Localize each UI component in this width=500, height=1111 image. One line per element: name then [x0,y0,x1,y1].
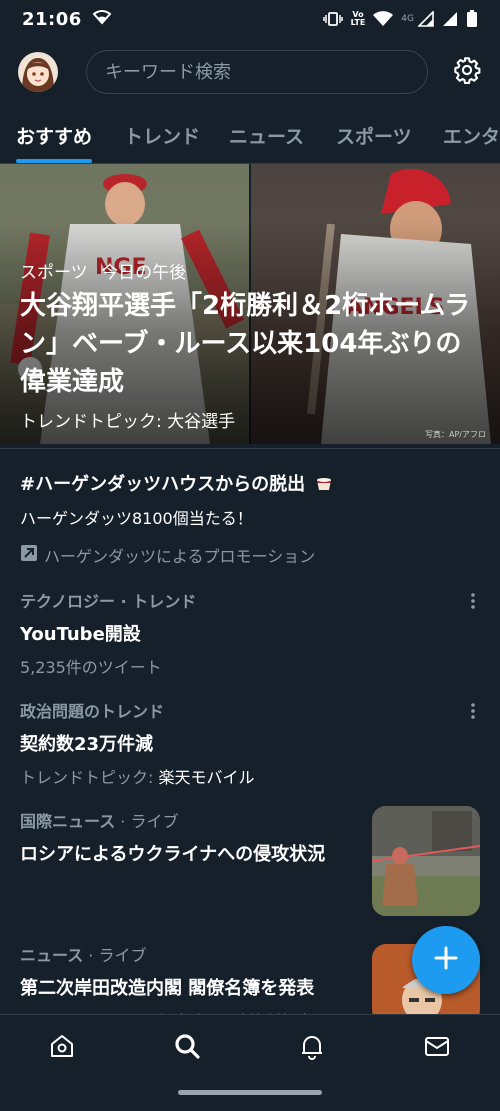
promoted-icon [20,544,38,566]
avatar[interactable] [18,52,58,92]
tab-trends[interactable]: トレンド [124,122,200,149]
trend-title: 契約数23万件減 [20,734,154,755]
news-category-name: 国際ニュース [20,812,116,831]
news-thumbnail [372,806,480,916]
trend-topic-prefix: トレンドトピック: [20,768,159,787]
hero-story[interactable]: NGE ANGELS スポーツ 今日の午後 大谷翔平選手「2桁勝利＆2桁ホームラ… [0,164,500,444]
network-type: 4G [401,14,414,24]
hero-time: 今日の午後 [101,263,187,283]
settings-button[interactable] [452,57,482,87]
promo-label: ハーゲンダッツによるプロモーション [20,543,480,567]
live-label: · ライブ [83,946,147,965]
promo-label-text: ハーゲンダッツによるプロモーション [44,546,316,566]
trend-title: YouTube開設 [20,624,141,645]
photo-credit: 写真：AP/アフロ [425,430,486,439]
promo-description: ハーゲンダッツ8100個当たる！ [20,508,253,528]
news-category-name: ニュース [20,946,84,965]
trend-category: 政治問題のトレンド [20,702,165,721]
news-title: ロシアによるウクライナへの侵攻状況 [20,844,326,865]
home-icon [48,1032,76,1064]
nav-notifications[interactable] [297,1033,327,1063]
search-field[interactable] [86,50,428,94]
more-vertical-icon [470,593,476,614]
hero-topic: トレンドトピック: 大谷選手 [20,412,236,432]
tab-entertainment[interactable]: エンタ [443,122,500,149]
gear-icon [453,56,481,88]
more-vertical-icon [470,703,476,724]
cell-signal-2-icon [442,11,458,27]
compose-button[interactable] [412,926,480,994]
promo-title-text: #ハーゲンダッツハウスからの脱出 [20,474,306,495]
hero-title: 大谷翔平選手「2桁勝利＆2桁ホームラン」ベーブ・ルース以来104年ぶりの偉業達成 [20,291,471,397]
tab-recommended[interactable]: おすすめ [16,122,92,149]
divider [0,448,500,449]
plus-icon [433,945,459,975]
hero-text: スポーツ 今日の午後 大谷翔平選手「2桁勝利＆2桁ホームラン」ベーブ・ルース以来… [20,258,480,432]
gesture-home-bar[interactable] [178,1090,322,1095]
bell-icon [298,1032,326,1064]
live-label: · ライブ [115,812,179,831]
hero-meta: スポーツ 今日の午後 [20,258,480,283]
cell-signal-icon [418,11,434,27]
more-options-button[interactable] [470,592,480,610]
bottom-navigation [0,1014,500,1111]
promoted-trend[interactable]: #ハーゲンダッツハウスからの脱出 ハーゲンダッツ8100個当たる！ ハーゲンダッ… [20,470,480,567]
wifi-icon [92,9,112,30]
trend-topic-name: 楽天モバイル [158,768,255,787]
vibrate-icon [322,11,343,27]
trend-category: テクノロジー · トレンド [20,592,197,611]
tab-news[interactable]: ニュース [229,122,304,149]
status-bar: 21:06 Vo LTE 4G [0,0,500,38]
hero-category: スポーツ [20,263,88,283]
news-title: 第二次岸田改造内閣 閣僚名簿を発表 [20,978,315,999]
top-bar [0,46,500,98]
volte-bottom: LTE [350,18,366,27]
nav-search[interactable] [172,1033,202,1063]
more-options-button[interactable] [470,702,480,720]
search-input[interactable] [105,61,427,83]
trend-item[interactable]: テクノロジー · トレンド YouTube開設 5,235件のツイート [20,588,480,678]
trend-topic: トレンドトピック: 楽天モバイル [20,764,480,788]
battery-icon [466,10,478,28]
search-icon [173,1032,201,1064]
trend-tweet-count: 5,235件のツイート [20,658,162,677]
volte-indicator: Vo LTE [351,11,366,27]
status-time: 21:06 [22,8,82,30]
nav-messages[interactable] [422,1033,452,1063]
tab-sports[interactable]: スポーツ [336,122,412,149]
ice-cream-cup-icon [315,474,333,497]
wifi-signal-icon [373,11,394,27]
mail-icon [423,1032,451,1064]
category-tabs: おすすめ トレンド ニュース スポーツ エンタ [0,108,500,164]
active-tab-indicator [16,159,92,163]
promo-title: #ハーゲンダッツハウスからの脱出 [20,470,480,497]
trend-item[interactable]: 政治問題のトレンド 契約数23万件減 トレンドトピック: 楽天モバイル [20,698,480,788]
nav-home[interactable] [47,1033,77,1063]
